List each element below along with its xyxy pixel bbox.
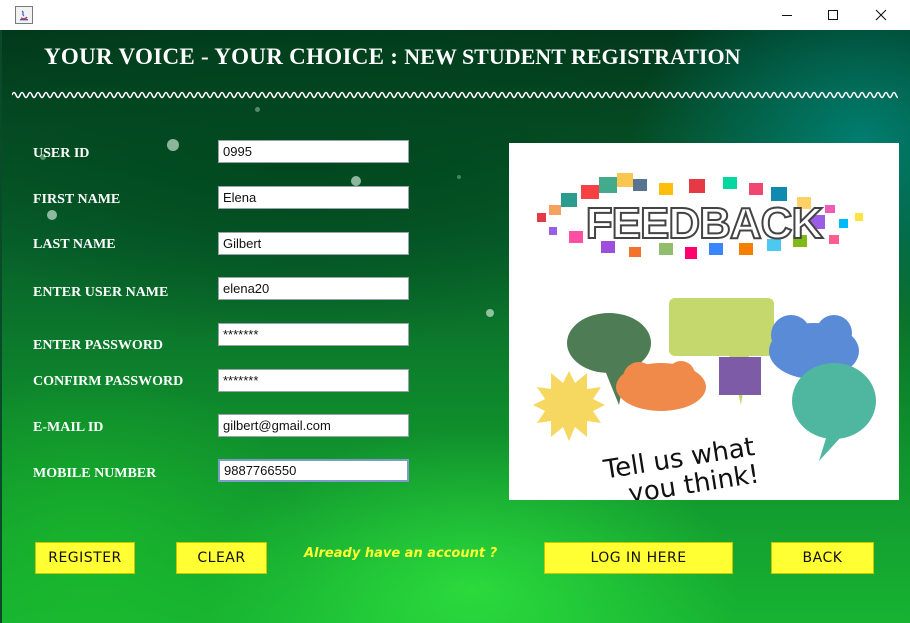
- email-label: E-MAIL ID: [33, 420, 104, 435]
- last-name-label: LAST NAME: [33, 237, 116, 252]
- password-input[interactable]: [218, 323, 409, 346]
- decorative-divider: [12, 91, 898, 99]
- window-titlebar: [0, 0, 910, 31]
- feedback-image: FEEDBACK Tell us what you think!: [509, 143, 899, 500]
- first-name-label: FIRST NAME: [33, 192, 121, 207]
- user-name-input[interactable]: [218, 277, 409, 300]
- speech-bubbles: [533, 298, 876, 461]
- minimize-icon[interactable]: [764, 0, 810, 30]
- password-label: ENTER PASSWORD: [33, 338, 164, 353]
- last-name-input[interactable]: [218, 232, 409, 255]
- back-button[interactable]: BACK: [771, 542, 874, 574]
- feedback-headline: FEEDBACK: [586, 199, 824, 248]
- account-prompt: Already have an account ?: [304, 546, 498, 561]
- registration-panel: YOUR VOICE - YOUR CHOICE : NEW STUDENT RE…: [0, 30, 910, 623]
- first-name-input[interactable]: [218, 186, 409, 209]
- user-id-input[interactable]: [218, 140, 409, 163]
- user-id-label: USER ID: [33, 146, 90, 161]
- user-name-label: ENTER USER NAME: [33, 285, 169, 300]
- login-button[interactable]: LOG IN HERE: [544, 542, 733, 574]
- bokeh-dot: [167, 139, 179, 151]
- bokeh-dot: [457, 175, 461, 179]
- bokeh-dot: [255, 107, 260, 112]
- subtitle-text: NEW STUDENT REGISTRATION: [404, 44, 741, 69]
- title-text: YOUR VOICE - YOUR CHOICE :: [44, 44, 399, 69]
- bokeh-dot: [47, 210, 57, 220]
- mobile-number-input[interactable]: [218, 459, 409, 482]
- register-button[interactable]: REGISTER: [35, 542, 135, 574]
- maximize-icon[interactable]: [810, 0, 856, 30]
- confirm-password-label: CONFIRM PASSWORD: [33, 374, 184, 389]
- close-icon[interactable]: [858, 0, 904, 30]
- email-input[interactable]: [218, 414, 409, 437]
- java-app-icon: [15, 6, 33, 24]
- clear-button[interactable]: CLEAR: [176, 542, 267, 574]
- confirm-password-input[interactable]: [218, 369, 409, 392]
- bokeh-dot: [486, 309, 494, 317]
- page-title: YOUR VOICE - YOUR CHOICE : NEW STUDENT RE…: [44, 44, 741, 70]
- mobile-number-label: MOBILE NUMBER: [33, 466, 157, 481]
- bokeh-dot: [351, 176, 361, 186]
